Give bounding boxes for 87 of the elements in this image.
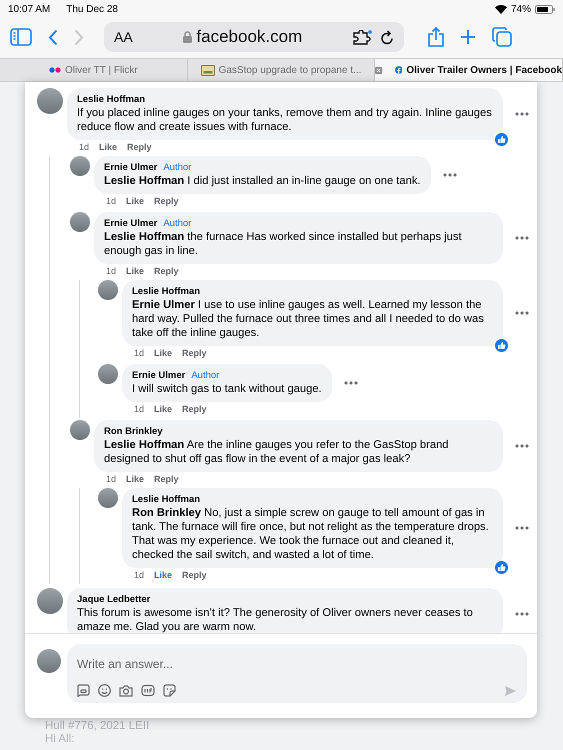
reply-link[interactable]: Reply: [154, 265, 179, 279]
avatar: [70, 212, 90, 232]
reply-link[interactable]: Reply: [154, 473, 179, 487]
more-icon[interactable]: [513, 236, 531, 240]
reply-link[interactable]: Reply: [127, 141, 152, 155]
more-icon[interactable]: [513, 526, 531, 530]
avatar: [37, 649, 61, 673]
wifi-icon: [494, 5, 507, 14]
post-text: Hull #776, 2021 LEII: [45, 720, 150, 733]
avatar: [98, 364, 118, 384]
avatar: [37, 88, 63, 114]
reply-link[interactable]: Reply: [182, 403, 207, 417]
answer-input[interactable]: Write an answer...: [77, 655, 517, 673]
emoji-icon[interactable]: [98, 684, 111, 697]
more-icon[interactable]: [440, 173, 459, 177]
commenter-name[interactable]: Leslie Hoffman: [132, 285, 200, 298]
post-text: Hi All:: [45, 733, 76, 746]
author-label: Author: [191, 369, 220, 382]
more-icon[interactable]: [513, 444, 531, 448]
commenter-name[interactable]: Ernie Ulmer: [132, 369, 186, 382]
comment-text: If you placed inline gauges on your tanks, remove them and try again. Inline gauges reduce flow and create issues with furnace.: [77, 106, 493, 134]
like-link[interactable]: Like: [154, 569, 172, 583]
more-icon[interactable]: [342, 381, 360, 385]
answer-field[interactable]: Write an answer...: [67, 644, 527, 703]
reply-link[interactable]: Reply: [182, 569, 207, 583]
sticker-icon[interactable]: [163, 684, 176, 697]
commenter-name[interactable]: Jaque Ledbetter: [77, 593, 150, 606]
commenter-name[interactable]: Ernie Ulmer: [104, 217, 158, 230]
like-link[interactable]: Like: [126, 473, 144, 487]
author-label: Author: [163, 161, 192, 174]
text-size-button[interactable]: AA: [114, 26, 133, 48]
more-icon[interactable]: [513, 311, 531, 315]
comment-time: 1d: [106, 265, 116, 278]
comment-text: This forum is awesome isn’t it? The generosity of Oliver owners never ceases to amaze me. Glad you are warm now.: [77, 606, 474, 633]
comment-time: 1d: [134, 347, 144, 360]
comment-time: 1d: [134, 569, 144, 582]
browser-tab[interactable]: Oliver Trailer Owners | Facebook: [375, 59, 563, 81]
more-icon[interactable]: [513, 112, 531, 116]
lock-icon: [183, 31, 192, 43]
commenter-name[interactable]: Leslie Hoffman: [132, 493, 200, 506]
battery-icon: [535, 5, 555, 14]
like-link[interactable]: Like: [126, 195, 144, 209]
site-icon: [200, 64, 215, 76]
comment-text: Ernie Ulmer I use to use inline gauges as well. Learned my lesson the hard way. Pulled the furnace out three times and all I needed to do was take off the inline gauges.: [132, 298, 485, 340]
commenter-name[interactable]: Ron Brinkley: [104, 425, 163, 438]
dots-logo-icon: [48, 67, 61, 73]
extension-icon[interactable]: [353, 30, 372, 44]
like-link[interactable]: Like: [126, 265, 144, 279]
comment-text: I will switch gas to tank without gauge.: [132, 382, 322, 396]
status-date: Thu Dec 28: [66, 3, 118, 17]
tabs-icon[interactable]: [492, 27, 512, 47]
battery-percent: 74%: [510, 3, 531, 17]
facebook-logo-icon: [394, 64, 402, 76]
avatar: [70, 156, 90, 176]
comment-time: 1d: [106, 473, 116, 486]
comment-text: Leslie Hoffman the furnace Has worked since installed but perhaps just enough gas in line.: [104, 230, 463, 258]
like-link[interactable]: Like: [154, 347, 172, 361]
reload-icon[interactable]: [380, 30, 394, 44]
back-icon[interactable]: [48, 28, 58, 46]
share-icon[interactable]: [428, 27, 444, 47]
browser-tab[interactable]: Oliver TT | Flickr: [0, 59, 188, 81]
comment-time: 1d: [79, 141, 90, 154]
speech-bubble-icon[interactable]: [77, 684, 90, 697]
comment-time: 1d: [134, 403, 144, 416]
gif-icon[interactable]: [141, 684, 155, 697]
new-tab-icon[interactable]: [460, 29, 476, 45]
like-link[interactable]: Like: [99, 141, 118, 155]
sidebar-icon[interactable]: [10, 28, 32, 46]
author-label: Author: [163, 217, 192, 230]
camera-icon[interactable]: [119, 684, 133, 697]
avatar: [70, 420, 90, 440]
like-link[interactable]: Like: [154, 403, 172, 417]
close-icon[interactable]: [375, 64, 383, 76]
commenter-name[interactable]: Leslie Hoffman: [77, 93, 146, 106]
comment-text: Ron Brinkley No, just a simple screw on gauge to tell amount of gas in tank. The furnace will fire once, but not relight as the temperature drops. That was my experience. We took the furnace out and cleaned it, checked the sail switch, and wasted a lot of time.: [132, 506, 490, 562]
comment-text: Leslie Hoffman I did just installed an in-line gauge on one tank.: [104, 174, 421, 188]
reply-link[interactable]: Reply: [182, 347, 207, 361]
reply-link[interactable]: Reply: [154, 195, 179, 209]
more-icon[interactable]: [513, 612, 531, 616]
address-text[interactable]: facebook.com: [196, 24, 302, 50]
avatar: [37, 588, 63, 614]
comment-time: 1d: [106, 195, 116, 208]
comment-text: Leslie Hoffman Are the inline gauges you refer to the GasStop brand designed to shut off gas flow in the event of a major gas leak?: [104, 438, 450, 466]
avatar: [98, 488, 118, 508]
avatar: [98, 280, 118, 300]
commenter-name[interactable]: Ernie Ulmer: [104, 161, 158, 174]
status-time: 10:07 AM: [8, 3, 50, 17]
